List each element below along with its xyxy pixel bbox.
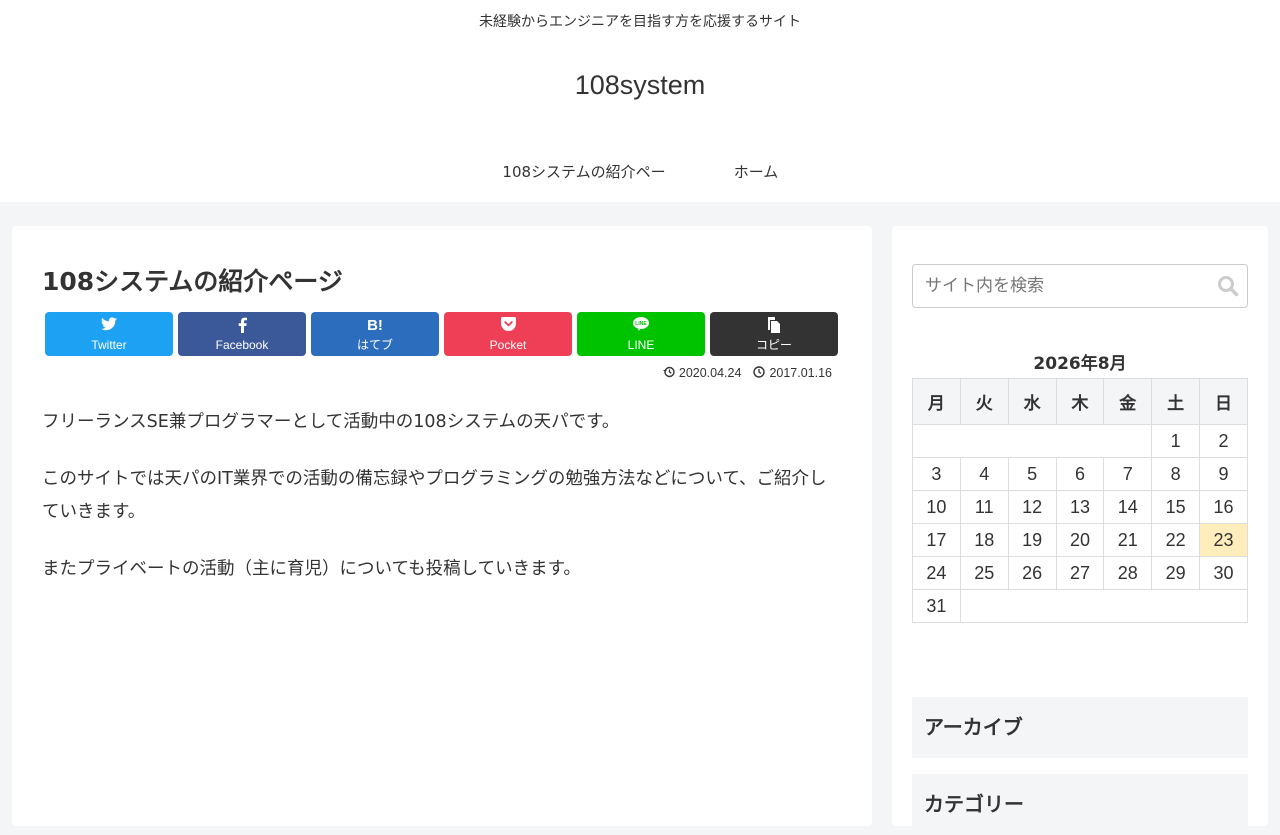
share-twitter-label: Twitter (91, 338, 127, 352)
share-copy-button[interactable]: コピー (710, 312, 838, 356)
calendar-day: 26 (1007, 556, 1057, 590)
calendar-week: 12 (911, 424, 1248, 458)
article-body: フリーランスSE兼プログラマーとして活動中の108システムの天パです。 このサイ… (42, 406, 842, 610)
calendar-day: 22 (1151, 523, 1201, 557)
paragraph: フリーランスSE兼プログラマーとして活動中の108システムの天パです。 (42, 412, 620, 432)
calendar-pad (959, 589, 1249, 623)
share-hatena-label: はてブ (356, 338, 393, 352)
calendar-day: 18 (959, 523, 1009, 557)
calendar-day: 29 (1151, 556, 1201, 590)
facebook-icon (178, 317, 306, 337)
calendar-day: 14 (1103, 490, 1153, 524)
widget-title-category: カテゴリー (912, 774, 1248, 835)
share-pocket-button[interactable]: Pocket (444, 312, 572, 356)
weekday: 土 (1151, 378, 1201, 425)
calendar-day: 31 (912, 589, 961, 623)
share-copy-label: コピー (755, 338, 792, 352)
copy-icon (710, 317, 838, 337)
site-header: 未経験からエンジニアを目指す方を応援するサイト 108system 108システ… (0, 0, 1280, 202)
nav-item-intro[interactable]: 108システムの紹介ペー (484, 150, 684, 193)
calendar-day: 7 (1103, 457, 1153, 491)
hatena-bookmark-icon: B! (367, 317, 383, 334)
calendar-day: 11 (959, 490, 1009, 524)
calendar-day: 28 (1103, 556, 1153, 590)
calendar-day: 24 (912, 556, 961, 590)
line-icon: LINE (577, 317, 705, 335)
weekday: 日 (1199, 378, 1248, 425)
share-hatena-button[interactable]: B! はてブ (311, 312, 439, 356)
paragraph: このサイトでは天パのIT業界での活動の備忘録やプログラミングの勉強方法などについ… (42, 469, 827, 522)
calendar-week: 3456789 (912, 457, 1248, 491)
calendar-day: 4 (959, 457, 1009, 491)
calendar-day: 16 (1199, 490, 1248, 524)
calendar-day: 2 (1199, 424, 1248, 458)
calendar-week: 31 (912, 589, 1249, 623)
share-line-label: LINE (627, 338, 655, 352)
calendar-day: 10 (912, 490, 961, 524)
share-twitter-button[interactable]: Twitter (45, 312, 173, 356)
weekday: 火 (959, 378, 1009, 425)
calendar-day: 9 (1199, 457, 1248, 491)
calendar-day: 20 (1055, 523, 1105, 557)
calendar-pad (911, 424, 1153, 458)
calendar: 月 火 水 木 金 土 日 1 2 3 4 5 6 7 8 9 10 11 12 13 14 15 16 17 1… (911, 378, 1249, 623)
history-icon (662, 366, 675, 381)
share-facebook-label: Facebook (215, 338, 269, 352)
clock-icon (753, 366, 766, 381)
paragraph: またプライベートの活動（主に育児）についても投稿していきます。 (42, 559, 581, 579)
weekday: 水 (1007, 378, 1057, 425)
calendar-day: 30 (1199, 556, 1248, 590)
calendar-day: 5 (1007, 457, 1057, 491)
calendar-day: 8 (1151, 457, 1201, 491)
calendar-week: 10 11 12 13 14 15 16 (912, 490, 1248, 524)
weekday: 月 (912, 378, 961, 425)
calendar-day: 3 (912, 457, 961, 491)
updated-date: 2020.04.24 (678, 366, 742, 380)
calendar-week: 24 25 26 27 28 29 30 (912, 556, 1248, 590)
share-facebook-button[interactable]: Facebook (178, 312, 306, 356)
calendar-day: 1 (1151, 424, 1201, 458)
calendar-day: 19 (1007, 523, 1057, 557)
share-buttons: Twitter Facebook B! はてブ Pocket LINE LINE… (45, 312, 843, 356)
global-nav: 108システムの紹介ペー ホーム (0, 150, 1280, 193)
post-dates: 2020.04.24 2017.01.16 (662, 366, 832, 381)
published-date: 2017.01.16 (769, 366, 832, 380)
calendar-day: 13 (1055, 490, 1105, 524)
calendar-day: 23 (1199, 523, 1248, 557)
calendar-day: 12 (1007, 490, 1057, 524)
pocket-icon (444, 317, 572, 335)
calendar-week: 17 18 19 20 21 22 23 (912, 523, 1248, 557)
share-line-button[interactable]: LINE LINE (577, 312, 705, 356)
twitter-icon (45, 317, 173, 335)
site-logo[interactable]: 108system (0, 70, 1280, 101)
calendar-weekdays: 月 火 水 木 金 土 日 (912, 378, 1248, 425)
search-form (912, 264, 1248, 308)
weekday: 木 (1055, 378, 1105, 425)
widget-title-archive: アーカイブ (912, 697, 1248, 758)
calendar-day: 21 (1103, 523, 1153, 557)
weekday: 金 (1103, 378, 1153, 425)
calendar-day: 27 (1055, 556, 1105, 590)
calendar-caption: 2026年8月 (1033, 354, 1127, 374)
page-title: 108システムの紹介ページ (42, 267, 343, 296)
share-pocket-label: Pocket (489, 338, 527, 352)
search-input[interactable] (913, 265, 1203, 307)
calendar-day: 6 (1055, 457, 1105, 491)
calendar-day: 15 (1151, 490, 1201, 524)
calendar-day: 17 (912, 523, 961, 557)
site-tagline: 未経験からエンジニアを目指す方を応援するサイト (479, 14, 801, 30)
calendar-day: 25 (959, 556, 1009, 590)
svg-text:LINE: LINE (635, 321, 647, 327)
calendar-days: 1 2 3 4 5 6 7 8 9 10 11 12 13 14 15 16 17 18 19 20 21 22 23 24 2… (911, 424, 1249, 623)
nav-item-home[interactable]: ホーム (716, 150, 796, 193)
search-icon[interactable] (1217, 275, 1241, 299)
